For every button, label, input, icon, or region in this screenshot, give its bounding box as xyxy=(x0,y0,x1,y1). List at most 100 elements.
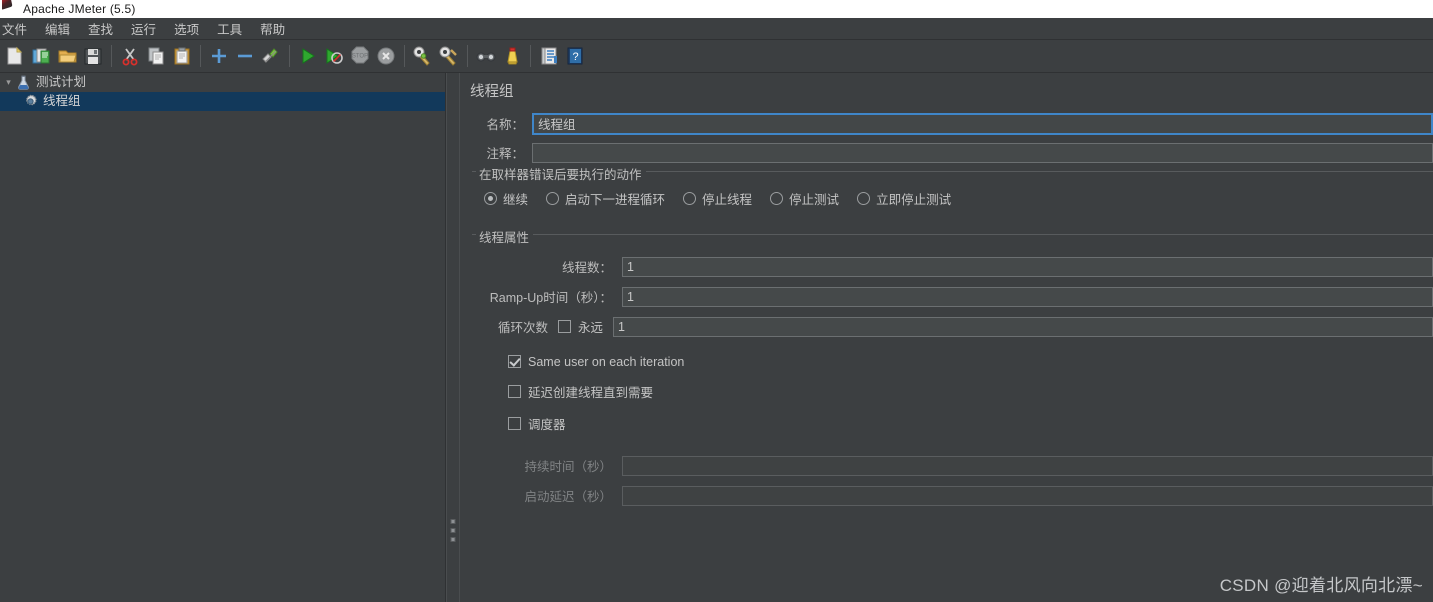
loop-count-row: 循环次数 永远 xyxy=(482,316,1433,337)
forever-label: 永远 xyxy=(578,321,604,336)
checkbox-icon xyxy=(558,320,571,334)
menu-edit[interactable]: 编辑 xyxy=(36,17,79,41)
menu-bar: 文件 编辑 查找 运行 选项 工具 帮助 xyxy=(0,18,1433,40)
splitter-grip[interactable] xyxy=(450,519,456,542)
chevron-down-icon[interactable]: ▾ xyxy=(2,78,15,87)
tree-node-thread-group[interactable]: 线程组 xyxy=(0,92,445,111)
scheduler-checkbox[interactable]: 调度器 xyxy=(482,414,1433,433)
window-title: Apache JMeter (5.5) xyxy=(23,2,136,16)
start-no-pauses-icon[interactable] xyxy=(321,43,347,69)
thread-group-icon xyxy=(22,93,39,110)
svg-text:?: ? xyxy=(572,51,578,63)
radio-mark-icon xyxy=(683,191,697,205)
checkbox-icon xyxy=(508,416,521,430)
help-icon[interactable]: ? xyxy=(562,43,588,69)
duration-input[interactable] xyxy=(622,455,1433,476)
loop-count-input[interactable] xyxy=(613,316,1433,337)
comment-input[interactable] xyxy=(532,142,1433,163)
menu-options[interactable]: 选项 xyxy=(165,17,208,41)
comment-field-row: 注释： xyxy=(460,142,1433,163)
paste-icon[interactable] xyxy=(169,43,195,69)
radio-stop-test-now[interactable]: 立即停止测试 xyxy=(857,189,951,208)
radio-label: 立即停止测试 xyxy=(876,192,952,207)
thread-group-editor: 线程组 名称： 注释： 在取样器错误后要执行的动作 继续 xyxy=(460,73,1433,602)
radio-stop-test[interactable]: 停止测试 xyxy=(770,189,839,208)
num-threads-input[interactable] xyxy=(622,256,1433,277)
clear-all-icon[interactable] xyxy=(436,43,462,69)
name-input[interactable] xyxy=(532,112,1433,135)
delayed-start-checkbox[interactable]: 延迟创建线程直到需要 xyxy=(482,382,1433,401)
ramp-up-input[interactable] xyxy=(622,286,1433,307)
shutdown-icon[interactable] xyxy=(373,43,399,69)
panel-splitter[interactable] xyxy=(446,73,460,602)
thread-properties-group: 线程属性 线程数： Ramp-Up时间（秒）： 循环次数 xyxy=(472,226,1433,506)
collapse-all-icon[interactable] xyxy=(232,43,258,69)
menu-help[interactable]: 帮助 xyxy=(251,17,294,41)
toolbar-separator xyxy=(289,45,290,67)
radio-label: 继续 xyxy=(503,192,529,207)
test-plan-icon xyxy=(15,74,32,91)
menu-tools[interactable]: 工具 xyxy=(208,17,251,41)
menu-search[interactable]: 查找 xyxy=(79,17,122,41)
svg-text:STOP: STOP xyxy=(352,54,368,60)
save-icon[interactable] xyxy=(80,43,106,69)
tree-node-label: 测试计划 xyxy=(36,75,87,90)
thread-properties-title: 线程属性 xyxy=(476,226,534,246)
name-label: 名称： xyxy=(486,118,524,133)
num-threads-label: 线程数： xyxy=(561,261,612,276)
name-field-row: 名称： xyxy=(460,112,1433,135)
ramp-up-row: Ramp-Up时间（秒）： xyxy=(482,286,1433,307)
radio-mark-icon xyxy=(546,191,560,205)
checkbox-icon xyxy=(508,355,521,369)
radio-label: 启动下一进程循环 xyxy=(565,192,666,207)
menu-file[interactable]: 文件 xyxy=(0,17,36,41)
tree-node-label: 线程组 xyxy=(43,94,81,109)
num-threads-row: 线程数： xyxy=(482,256,1433,277)
toolbar-separator xyxy=(404,45,405,67)
reset-search-icon[interactable] xyxy=(499,43,525,69)
clear-icon[interactable] xyxy=(410,43,436,69)
toggle-icon[interactable] xyxy=(258,43,284,69)
radio-start-next-loop[interactable]: 启动下一进程循环 xyxy=(546,189,665,208)
radio-stop-thread[interactable]: 停止线程 xyxy=(683,189,752,208)
comment-label: 注释： xyxy=(486,147,524,162)
same-user-checkbox[interactable]: Same user on each iteration xyxy=(482,355,1433,369)
cut-icon[interactable] xyxy=(117,43,143,69)
watermark: CSDN @迎着北风向北漂~ xyxy=(1219,576,1423,595)
copy-icon[interactable] xyxy=(143,43,169,69)
toolbar: STOP ? xyxy=(0,40,1433,73)
templates-icon[interactable] xyxy=(28,43,54,69)
search-icon[interactable] xyxy=(473,43,499,69)
on-sampler-error-radios: 继续 启动下一进程循环 停止线程 停止测试 立即停止测试 xyxy=(472,184,1433,216)
startup-delay-label: 启动延迟（秒） xyxy=(524,490,612,505)
toolbar-separator xyxy=(530,45,531,67)
expand-all-icon[interactable] xyxy=(206,43,232,69)
new-icon[interactable] xyxy=(2,43,28,69)
toolbar-separator xyxy=(467,45,468,67)
radio-continue[interactable]: 继续 xyxy=(484,189,528,208)
startup-delay-input[interactable] xyxy=(622,485,1433,506)
delayed-start-label: 延迟创建线程直到需要 xyxy=(528,385,654,400)
test-plan-tree[interactable]: ▾ 测试计划 线程组 xyxy=(0,73,446,602)
radio-mark-icon xyxy=(857,191,871,205)
stop-icon[interactable]: STOP xyxy=(347,43,373,69)
duration-row: 持续时间（秒） xyxy=(482,455,1433,476)
page-title: 线程组 xyxy=(470,84,514,100)
toolbar-separator xyxy=(200,45,201,67)
duration-label: 持续时间（秒） xyxy=(524,460,612,475)
toolbar-separator xyxy=(111,45,112,67)
start-icon[interactable] xyxy=(295,43,321,69)
jmeter-window: Apache JMeter (5.5) 文件 编辑 查找 运行 选项 工具 帮助 xyxy=(0,0,1433,602)
tree-node-test-plan[interactable]: ▾ 测试计划 xyxy=(0,73,445,92)
same-user-label: Same user on each iteration xyxy=(528,354,685,369)
ramp-up-label: Ramp-Up时间（秒）： xyxy=(489,291,612,306)
function-helper-icon[interactable] xyxy=(536,43,562,69)
forever-checkbox[interactable]: 永远 xyxy=(558,317,613,336)
startup-delay-row: 启动延迟（秒） xyxy=(482,485,1433,506)
jmeter-feather-icon xyxy=(2,0,18,18)
open-icon[interactable] xyxy=(54,43,80,69)
title-bar: Apache JMeter (5.5) xyxy=(0,0,1433,18)
radio-label: 停止测试 xyxy=(789,192,840,207)
radio-mark-icon xyxy=(770,191,784,205)
menu-run[interactable]: 运行 xyxy=(122,17,165,41)
